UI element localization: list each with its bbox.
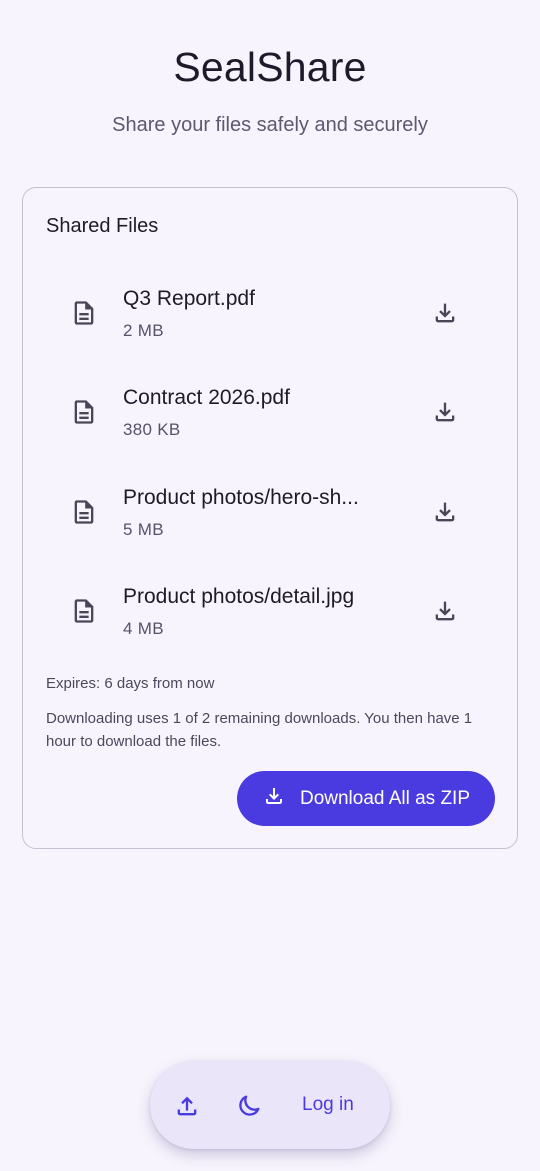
upload-icon[interactable] xyxy=(172,1091,202,1121)
page: SealShare Share your files safely and se… xyxy=(0,0,540,1171)
shared-files-card: Shared Files Q3 Report.pdf 2 MB Contract… xyxy=(22,187,518,849)
card-title: Shared Files xyxy=(46,215,159,237)
file-row: Contract 2026.pdf 380 KB xyxy=(23,360,517,459)
bottom-nav-bar: Log in xyxy=(150,1061,390,1149)
file-name: Contract 2026.pdf xyxy=(123,386,290,410)
file-row: Product photos/hero-sh... 5 MB xyxy=(23,460,517,559)
document-icon xyxy=(70,498,98,526)
document-icon xyxy=(70,398,98,426)
file-size: 4 MB xyxy=(123,618,164,638)
download-all-zip-button[interactable]: Download All as ZIP xyxy=(237,771,495,826)
file-row: Product photos/detail.jpg 4 MB xyxy=(23,559,517,658)
file-list: Q3 Report.pdf 2 MB Contract 2026.pdf 380… xyxy=(23,261,517,658)
file-size: 5 MB xyxy=(123,519,164,539)
file-size: 380 KB xyxy=(123,420,181,440)
download-icon[interactable] xyxy=(427,494,463,530)
app-title: SealShare xyxy=(173,44,367,90)
login-button[interactable]: Log in xyxy=(302,1094,354,1116)
download-icon[interactable] xyxy=(427,394,463,430)
expiry-text: Expires: 6 days from now xyxy=(46,675,215,692)
app-subtitle: Share your files safely and securely xyxy=(112,114,428,136)
download-icon[interactable] xyxy=(427,295,463,331)
moon-icon[interactable] xyxy=(234,1091,264,1121)
document-icon xyxy=(70,597,98,625)
download-icon xyxy=(262,784,286,814)
file-name: Product photos/hero-sh... xyxy=(123,485,359,509)
download-icon[interactable] xyxy=(427,593,463,629)
download-note: Downloading uses 1 of 2 remaining downlo… xyxy=(46,710,473,750)
file-name: Q3 Report.pdf xyxy=(123,287,255,310)
file-name: Product photos/detail.jpg xyxy=(123,584,355,608)
document-icon xyxy=(70,299,98,327)
file-row: Q3 Report.pdf 2 MB xyxy=(23,261,517,360)
file-size: 2 MB xyxy=(123,321,164,340)
zip-button-label: Download All as ZIP xyxy=(299,787,471,809)
